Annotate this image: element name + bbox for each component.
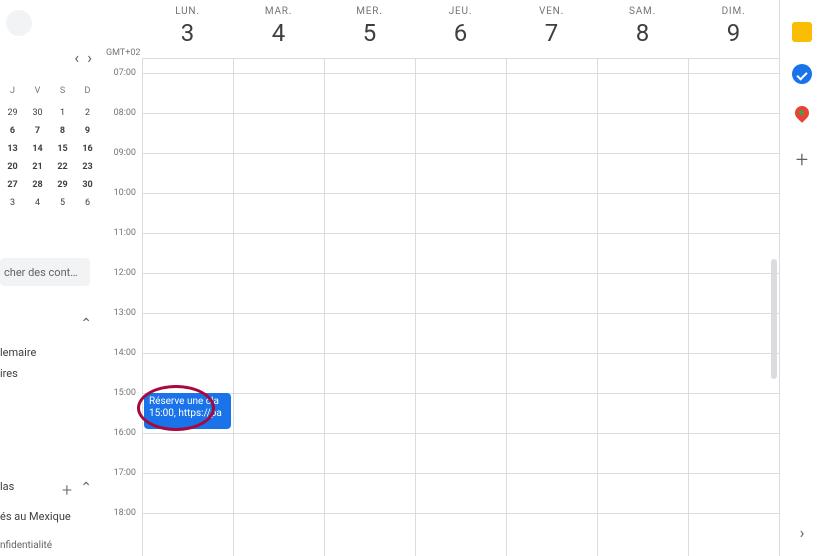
chevron-up-icon[interactable]: ⌃ bbox=[80, 480, 92, 496]
mini-day[interactable]: 30 bbox=[75, 180, 100, 190]
day-column[interactable] bbox=[688, 59, 779, 556]
mini-dow: S bbox=[50, 86, 75, 96]
day-header[interactable]: JEU.6 bbox=[415, 0, 506, 58]
mini-calendar[interactable]: 29301267891314151620212223272829303456 bbox=[0, 104, 100, 212]
day-columns[interactable]: Réserve une cla15:00, https://pa bbox=[142, 59, 779, 556]
mini-day[interactable]: 30 bbox=[25, 108, 50, 118]
day-header[interactable]: DIM.9 bbox=[688, 0, 779, 58]
search-contacts-input[interactable]: cher des cont… bbox=[0, 258, 90, 286]
day-header-row: LUN.3MAR.4MER.5JEU.6VEN.7SAM.8DIM.9 bbox=[142, 0, 779, 59]
chevron-right-icon[interactable]: › bbox=[800, 523, 805, 542]
chevron-up-icon[interactable]: ⌃ bbox=[80, 316, 92, 332]
mini-day[interactable]: 1 bbox=[50, 108, 75, 118]
mini-day[interactable]: 21 bbox=[25, 162, 50, 172]
scrollbar-thumb[interactable] bbox=[771, 259, 777, 379]
section-other-calendars: las + ⌃ bbox=[0, 480, 100, 493]
day-column[interactable] bbox=[324, 59, 415, 556]
calendar-item[interactable]: lemaire bbox=[0, 342, 100, 363]
mini-cal-header: J V S D bbox=[0, 86, 100, 96]
footer-links: nfidentialité bbox=[0, 540, 100, 551]
add-panel-icon[interactable]: + bbox=[796, 148, 808, 173]
hour-label: 15:00 bbox=[114, 388, 136, 398]
day-column[interactable] bbox=[233, 59, 324, 556]
mini-dow: V bbox=[25, 86, 50, 96]
mini-day[interactable]: 16 bbox=[75, 144, 100, 154]
mini-day[interactable]: 13 bbox=[0, 144, 25, 154]
next-month-icon[interactable]: › bbox=[85, 46, 94, 69]
hour-label: 16:00 bbox=[114, 428, 136, 438]
avatar[interactable] bbox=[6, 10, 32, 36]
sidebar: ‹ › J V S D 2930126789131415162021222327… bbox=[0, 0, 100, 556]
day-header[interactable]: VEN.7 bbox=[506, 0, 597, 58]
mini-day[interactable]: 4 bbox=[25, 198, 50, 208]
hour-label: 10:00 bbox=[114, 188, 136, 198]
calendar-item[interactable]: ires bbox=[0, 363, 100, 384]
day-header[interactable]: SAM.8 bbox=[597, 0, 688, 58]
tasks-icon[interactable] bbox=[792, 64, 812, 84]
side-panel: + › bbox=[779, 0, 824, 556]
hour-label: 13:00 bbox=[114, 308, 136, 318]
mini-day[interactable]: 3 bbox=[0, 198, 25, 208]
prev-month-icon[interactable]: ‹ bbox=[72, 46, 81, 69]
calendar-grid: 07:00 08:00 09:00 10:00 11:00 12:00 13:00 14:00… bbox=[100, 59, 779, 556]
mini-day[interactable]: 5 bbox=[50, 198, 75, 208]
mini-day[interactable]: 14 bbox=[25, 144, 50, 154]
mini-day[interactable]: 23 bbox=[75, 162, 100, 172]
other-calendar-list: és au Mexique bbox=[0, 506, 100, 527]
mini-day[interactable]: 6 bbox=[75, 198, 100, 208]
mini-dow: D bbox=[75, 86, 100, 96]
day-column[interactable] bbox=[415, 59, 506, 556]
hour-label: 08:00 bbox=[114, 108, 136, 118]
day-header[interactable]: LUN.3 bbox=[142, 0, 233, 58]
calendar-list: lemaire ires bbox=[0, 342, 100, 384]
mini-day[interactable]: 8 bbox=[50, 126, 75, 136]
hour-label: 09:00 bbox=[114, 148, 136, 158]
day-column[interactable] bbox=[506, 59, 597, 556]
mini-day[interactable]: 28 bbox=[25, 180, 50, 190]
hour-label: 12:00 bbox=[114, 268, 136, 278]
day-column[interactable]: Réserve une cla15:00, https://pa bbox=[142, 59, 233, 556]
calendar-item[interactable]: és au Mexique bbox=[0, 506, 100, 527]
add-calendar-icon[interactable]: + bbox=[62, 480, 72, 501]
hour-label: 11:00 bbox=[114, 228, 136, 238]
day-header[interactable]: MER.5 bbox=[324, 0, 415, 58]
section-label: las bbox=[0, 476, 14, 497]
time-axis: 07:00 08:00 09:00 10:00 11:00 12:00 13:00 14:00… bbox=[100, 59, 142, 556]
mini-day[interactable]: 22 bbox=[50, 162, 75, 172]
timezone-label: GMT+02 bbox=[106, 48, 140, 58]
maps-icon[interactable] bbox=[794, 106, 810, 126]
hour-label: 14:00 bbox=[114, 348, 136, 358]
day-header[interactable]: MAR.4 bbox=[233, 0, 324, 58]
mini-day[interactable]: 9 bbox=[75, 126, 100, 136]
privacy-link[interactable]: nfidentialité bbox=[0, 536, 52, 555]
mini-cal-nav: ‹ › bbox=[72, 46, 94, 69]
mini-day[interactable]: 2 bbox=[75, 108, 100, 118]
mini-day[interactable]: 29 bbox=[0, 108, 25, 118]
calendar-event[interactable]: Réserve une cla15:00, https://pa bbox=[144, 393, 231, 429]
search-placeholder: cher des cont… bbox=[4, 266, 78, 279]
calendar-main: GMT+02 LUN.3MAR.4MER.5JEU.6VEN.7SAM.8DIM… bbox=[100, 0, 779, 556]
hour-label: 18:00 bbox=[114, 508, 136, 518]
mini-dow: J bbox=[0, 86, 25, 96]
mini-day[interactable]: 6 bbox=[0, 126, 25, 136]
hour-label: 17:00 bbox=[114, 468, 136, 478]
mini-day[interactable]: 20 bbox=[0, 162, 25, 172]
hour-label: 07:00 bbox=[114, 68, 136, 78]
mini-day[interactable]: 27 bbox=[0, 180, 25, 190]
mini-day[interactable]: 7 bbox=[25, 126, 50, 136]
keep-icon[interactable] bbox=[792, 22, 812, 42]
mini-day[interactable]: 29 bbox=[50, 180, 75, 190]
day-column[interactable] bbox=[597, 59, 688, 556]
mini-day[interactable]: 15 bbox=[50, 144, 75, 154]
